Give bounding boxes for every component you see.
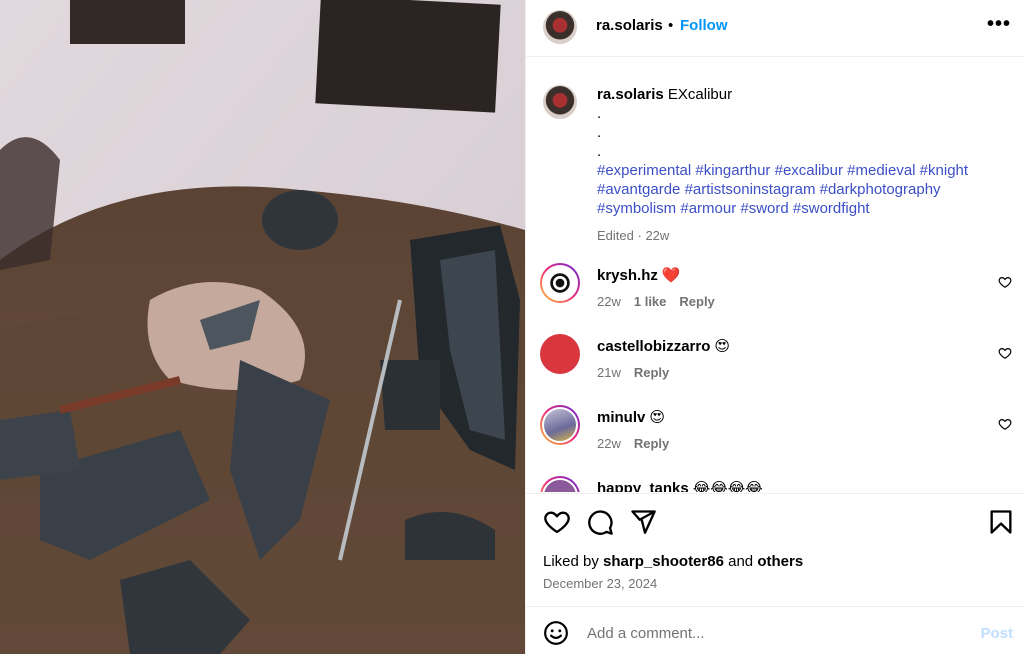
- bookmark-icon[interactable]: [987, 508, 1015, 536]
- post-sidebar: ra.solaris • Follow ••• ra.solaris EXcal…: [525, 0, 1024, 654]
- caption-dot: .: [597, 124, 602, 141]
- comment-avatar[interactable]: [540, 263, 580, 303]
- comment-item: minulv 😍 22w Reply: [540, 405, 1012, 465]
- post-header: ra.solaris • Follow •••: [526, 0, 1024, 57]
- reply-button[interactable]: Reply: [679, 294, 714, 309]
- comment-time: 22w: [597, 436, 621, 451]
- comment-likes[interactable]: 1 like: [634, 294, 667, 309]
- comment-username[interactable]: krysh.hz: [597, 267, 658, 284]
- caption-dot: .: [597, 143, 602, 160]
- caption-username[interactable]: ra.solaris: [597, 86, 664, 103]
- comment-icon[interactable]: [586, 508, 614, 536]
- reply-button[interactable]: Reply: [634, 436, 669, 451]
- comment-avatar[interactable]: [540, 405, 580, 445]
- liked-others[interactable]: others: [757, 553, 803, 570]
- caption-text: ra.solaris EXcalibur . . . #experimental…: [597, 85, 1007, 245]
- comment-item: krysh.hz ❤️ 22w 1 like Reply: [540, 263, 1012, 323]
- author-username[interactable]: ra.solaris: [596, 17, 663, 34]
- caption-meta: Edited · 22w: [597, 228, 670, 243]
- comment-input[interactable]: Add a comment...: [587, 625, 705, 642]
- comment-avatar[interactable]: [540, 334, 580, 374]
- post-image[interactable]: [0, 0, 525, 654]
- comment-username[interactable]: castellobizzarro: [597, 338, 710, 355]
- comment-username[interactable]: minulv: [597, 409, 645, 426]
- comment-time: 22w: [597, 294, 621, 309]
- comment-item: castellobizzarro 😍 21w Reply: [540, 334, 1012, 394]
- comment-username[interactable]: happy_tanks: [597, 480, 689, 492]
- comment-text: 😍: [714, 338, 731, 355]
- caption-time: 22w: [645, 228, 670, 243]
- follow-button[interactable]: Follow: [680, 17, 728, 34]
- like-comment-heart-icon[interactable]: [998, 275, 1012, 289]
- more-options-icon[interactable]: •••: [987, 14, 1011, 34]
- liked-user[interactable]: sharp_shooter86: [603, 553, 724, 570]
- caption-avatar[interactable]: [543, 85, 577, 119]
- separator-dot: •: [668, 17, 674, 34]
- likes-summary: Liked by sharp_shooter86 and others: [543, 553, 803, 570]
- post-comment-button[interactable]: Post: [980, 625, 1013, 642]
- comment-avatar[interactable]: [540, 476, 580, 492]
- edited-label: Edited: [597, 228, 634, 243]
- like-heart-icon[interactable]: [543, 508, 571, 536]
- caption-hashtags[interactable]: #experimental #kingarthur #excalibur #me…: [597, 161, 1007, 218]
- like-comment-heart-icon[interactable]: [998, 417, 1012, 431]
- comment-text: 😍: [649, 409, 665, 426]
- comment-time: 21w: [597, 365, 621, 380]
- comments-scroll-area[interactable]: ra.solaris EXcalibur . . . #experimental…: [526, 57, 1024, 492]
- caption-title: EXcalibur: [667, 86, 733, 103]
- emoji-icon[interactable]: [543, 620, 569, 646]
- share-icon[interactable]: [629, 508, 657, 536]
- comment-item: happy_tanks 😂😂😂😂: [540, 476, 1010, 492]
- author-avatar[interactable]: [543, 10, 577, 44]
- post-date: December 23, 2024: [543, 576, 658, 591]
- comment-text: 😂😂😂😂: [692, 480, 763, 492]
- comment-text: ❤️: [661, 267, 681, 284]
- add-comment-bar: Add a comment... Post: [526, 606, 1024, 655]
- action-bar: Liked by sharp_shooter86 and others Dece…: [526, 493, 1024, 606]
- liked-prefix: Liked by: [543, 553, 599, 570]
- knight-armor-photo: [0, 0, 525, 654]
- caption-dot: .: [597, 105, 602, 122]
- liked-and: and: [728, 553, 754, 570]
- like-comment-heart-icon[interactable]: [998, 346, 1012, 360]
- reply-button[interactable]: Reply: [634, 365, 669, 380]
